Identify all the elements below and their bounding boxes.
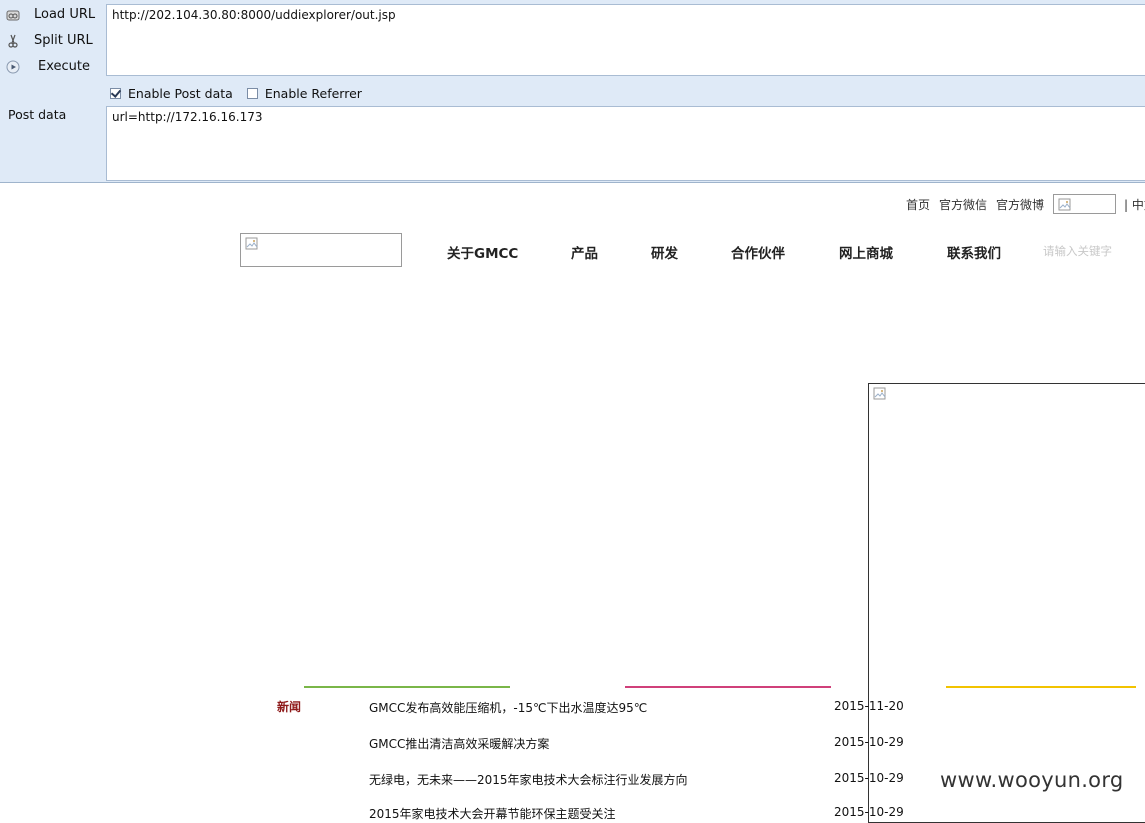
load-url-icon bbox=[6, 10, 20, 21]
enable-referrer-label: Enable Referrer bbox=[264, 85, 362, 101]
execute-label: Execute bbox=[38, 59, 90, 74]
enable-post-data-checkbox[interactable]: Enable Post data bbox=[110, 86, 233, 101]
nav-item-about[interactable]: 关于GMCC bbox=[447, 242, 518, 262]
split-url-button[interactable]: Split URL bbox=[0, 29, 104, 53]
enable-referrer-checkbox-box[interactable] bbox=[246, 87, 258, 99]
news-item-date: 2015-10-29 bbox=[834, 805, 904, 819]
split-url-label: Split URL bbox=[34, 33, 93, 48]
broken-image-icon bbox=[1058, 198, 1071, 211]
search-input[interactable]: 请输入关键字 bbox=[1043, 243, 1112, 259]
weibo-broken-image[interactable] bbox=[1053, 194, 1117, 214]
enable-post-data-label: Enable Post data bbox=[128, 85, 233, 101]
hackbar-options: Enable Post data Enable Referrer bbox=[110, 84, 376, 102]
section-divider-pink bbox=[625, 686, 831, 688]
nav-item-contact[interactable]: 联系我们 bbox=[947, 242, 1001, 262]
broken-image-icon bbox=[245, 237, 258, 250]
news-item-title[interactable]: 2015年家电技术大会开幕节能环保主题受关注 bbox=[369, 805, 616, 822]
news-section-label[interactable]: 新闻 bbox=[277, 698, 301, 715]
top-link-home[interactable]: 首页 bbox=[906, 196, 930, 213]
execute-button[interactable]: Execute bbox=[0, 55, 104, 79]
news-item-title[interactable]: 无绿电，无未来——2015年家电技术大会标注行业发展方向 bbox=[369, 771, 688, 788]
news-item[interactable]: 2015年家电技术大会开幕节能环保主题受关注 2015-10-29 bbox=[369, 805, 909, 823]
nav-item-products[interactable]: 产品 bbox=[571, 242, 598, 262]
logo-broken-image[interactable] bbox=[240, 233, 402, 267]
news-item[interactable]: GMCC推出清洁高效采暖解决方案 2015-10-29 bbox=[369, 735, 909, 753]
enable-post-data-checkbox-box[interactable] bbox=[110, 87, 121, 99]
nav-item-online-store[interactable]: 网上商城 bbox=[839, 242, 893, 262]
nav-item-rnd[interactable]: 研发 bbox=[651, 242, 678, 262]
broken-image-icon bbox=[873, 387, 886, 400]
post-data-label: Post data bbox=[8, 107, 67, 122]
news-item-date: 2015-11-20 bbox=[834, 699, 904, 713]
news-item-date: 2015-10-29 bbox=[834, 735, 904, 749]
news-item-title[interactable]: GMCC发布高效能压缩机，-15℃下出水温度达95℃ bbox=[369, 699, 647, 716]
top-link-weibo[interactable]: 官方微博 bbox=[996, 196, 1044, 213]
top-link-language[interactable]: | 中文 bbox=[1124, 196, 1145, 213]
section-divider-green bbox=[304, 686, 510, 688]
top-links-bar: 首页 官方微信 官方微博 | 中文 bbox=[906, 194, 1145, 214]
url-textarea[interactable]: http://202.104.30.80:8000/uddiexplorer/o… bbox=[106, 4, 1145, 76]
play-circle-icon bbox=[6, 60, 20, 74]
news-item[interactable]: 无绿电，无未来——2015年家电技术大会标注行业发展方向 2015-10-29 bbox=[369, 771, 909, 789]
section-divider-yellow bbox=[946, 686, 1136, 688]
watermark-text: www.wooyun.org bbox=[940, 768, 1124, 792]
news-item-date: 2015-10-29 bbox=[834, 771, 904, 785]
news-item-title[interactable]: GMCC推出清洁高效采暖解决方案 bbox=[369, 735, 549, 752]
top-link-wechat[interactable]: 官方微信 bbox=[939, 196, 987, 213]
nav-item-partners[interactable]: 合作伙伴 bbox=[731, 242, 785, 262]
load-url-label: Load URL bbox=[34, 7, 96, 22]
scissors-icon bbox=[8, 34, 18, 48]
load-url-button[interactable]: Load URL bbox=[0, 3, 104, 27]
news-item[interactable]: GMCC发布高效能压缩机，-15℃下出水温度达95℃ 2015-11-20 bbox=[369, 699, 909, 717]
post-data-textarea[interactable]: url=http://172.16.16.173 bbox=[106, 106, 1145, 181]
hackbar-panel: Load URL Split URL Execute http://202.10… bbox=[0, 0, 1145, 183]
banner-broken-image[interactable] bbox=[868, 383, 1145, 823]
enable-referrer-checkbox[interactable]: Enable Referrer bbox=[246, 85, 362, 101]
